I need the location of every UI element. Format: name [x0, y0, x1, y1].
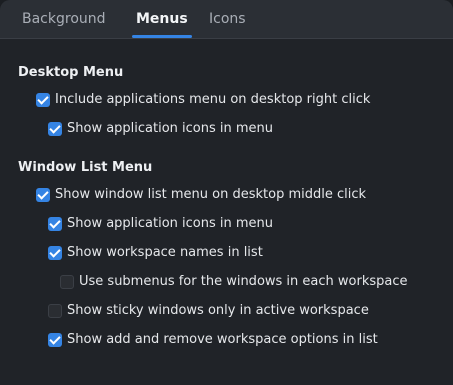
option-label: Show add and remove workspace options in…: [67, 332, 378, 347]
desktop-menu-heading: Desktop Menu: [18, 65, 124, 80]
option-label: Show application icons in menu: [67, 121, 274, 136]
show-workspace-names-checkbox[interactable]: [48, 245, 62, 260]
show-sticky-windows-checkbox[interactable]: [48, 303, 62, 318]
option-label: Show application icons in menu: [67, 216, 274, 231]
option-label: Use submenus for the windows in each wor…: [79, 274, 408, 289]
option-label: Show window list menu on desktop middle …: [55, 187, 367, 202]
show-sticky-windows-option[interactable]: Show sticky windows only in active works…: [48, 303, 369, 318]
use-submenus-option[interactable]: Use submenus for the windows in each wor…: [60, 274, 408, 289]
use-submenus-checkbox[interactable]: [60, 274, 74, 289]
desktop-show-application-icons-option[interactable]: Show application icons in menu: [48, 121, 273, 136]
window-list-show-application-icons-checkbox[interactable]: [48, 216, 62, 231]
desktop-show-application-icons-checkbox[interactable]: [48, 121, 62, 136]
tab-menus[interactable]: Menus: [132, 0, 192, 38]
window-list-show-application-icons-option[interactable]: Show application icons in menu: [48, 216, 273, 231]
tab-bar: Background Menus Icons: [0, 0, 453, 39]
include-applications-menu-checkbox[interactable]: [36, 92, 50, 107]
include-applications-menu-option[interactable]: Include applications menu on desktop rig…: [36, 92, 370, 107]
show-add-remove-workspace-checkbox[interactable]: [48, 332, 62, 347]
show-add-remove-workspace-option[interactable]: Show add and remove workspace options in…: [48, 332, 378, 347]
menus-settings-window: Background Menus Icons Desktop Menu Incl…: [0, 0, 453, 385]
show-window-list-menu-option[interactable]: Show window list menu on desktop middle …: [36, 187, 366, 202]
show-window-list-menu-checkbox[interactable]: [36, 187, 50, 202]
option-label: Include applications menu on desktop rig…: [55, 92, 371, 107]
show-workspace-names-option[interactable]: Show workspace names in list: [48, 245, 263, 260]
option-label: Show sticky windows only in active works…: [67, 303, 369, 318]
option-label: Show workspace names in list: [67, 245, 263, 260]
window-list-menu-heading: Window List Menu: [18, 160, 153, 175]
tab-icons[interactable]: Icons: [209, 0, 246, 38]
tab-background[interactable]: Background: [22, 0, 106, 38]
